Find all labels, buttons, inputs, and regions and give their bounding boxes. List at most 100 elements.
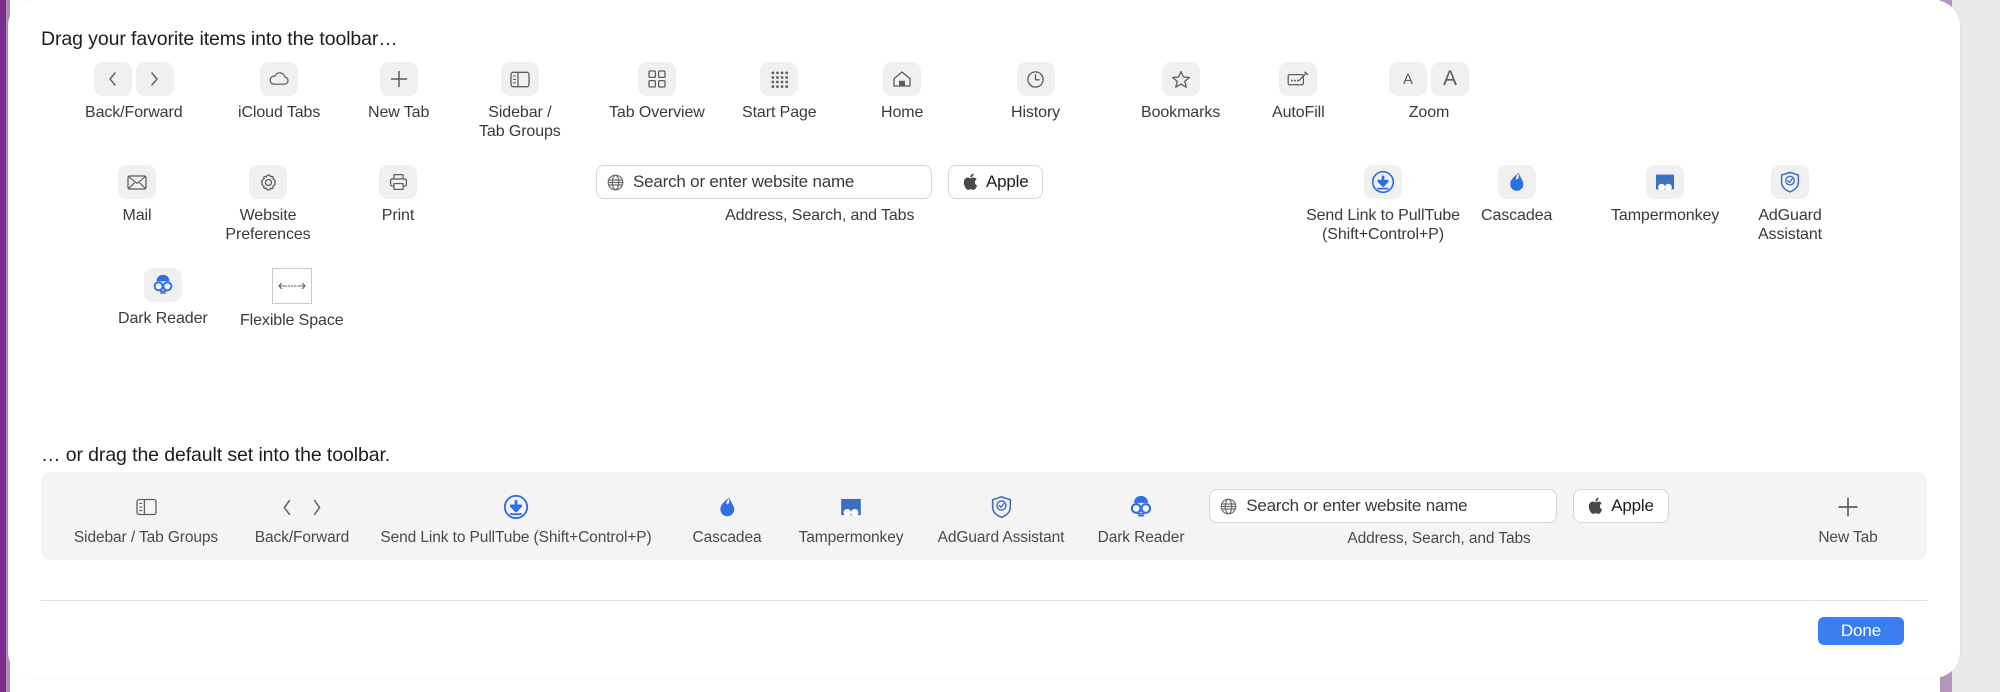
forward-button[interactable] — [135, 62, 174, 96]
default-item-dark-reader[interactable]: Dark Reader — [1081, 492, 1201, 547]
cascadea-drop-icon[interactable] — [1497, 165, 1536, 199]
palette-item-label: Mail — [122, 207, 152, 224]
pulltube-download-icon[interactable] — [1364, 165, 1402, 199]
apple-bookmark-label: Apple — [1611, 496, 1654, 515]
default-item-address-search-tabs[interactable]: Search or enter website name Apple Addre… — [1209, 489, 1669, 548]
palette-item-new-tab[interactable]: New Tab — [368, 62, 429, 123]
plus-icon[interactable] — [1837, 492, 1859, 522]
tampermonkey-icon[interactable] — [839, 492, 863, 522]
palette-item-back-forward[interactable]: Back/Forward — [85, 62, 183, 123]
palette-item-tampermonkey[interactable]: Tampermonkey — [1611, 165, 1719, 226]
palette-item-bookmarks[interactable]: Bookmarks — [1141, 62, 1220, 123]
apple-logo-icon — [1588, 497, 1603, 515]
palette-item-label: Bookmarks — [1141, 104, 1221, 121]
footer-divider — [41, 600, 1927, 601]
palette-item-dark-reader[interactable]: Dark Reader — [118, 268, 208, 329]
apple-bookmark-button[interactable]: Apple — [1573, 489, 1669, 523]
default-item-new-tab[interactable]: New Tab — [1793, 492, 1903, 547]
palette-item-autofill[interactable]: AutoFill — [1272, 62, 1325, 123]
plus-icon[interactable] — [379, 62, 418, 96]
palette-item-label: Sidebar / Tab Groups — [479, 104, 561, 140]
palette-item-label: History — [1011, 104, 1061, 121]
palette-item-label: Cascadea — [1481, 207, 1553, 224]
palette-item-cascadea[interactable]: Cascadea — [1481, 165, 1552, 226]
palette-item-zoom[interactable]: A A Zoom — [1389, 62, 1469, 123]
default-item-send-link-to-pulltube[interactable]: Send Link to PullTube (Shift+Control+P) — [371, 492, 661, 547]
cloud-icon[interactable] — [260, 62, 299, 96]
customize-toolbar-sheet: Drag your favorite items into the toolba… — [8, 0, 1960, 678]
palette-item-adguard-assistant[interactable]: AdGuard Assistant — [1740, 165, 1840, 245]
sidebar-icon[interactable] — [500, 62, 539, 96]
sidebar-icon[interactable] — [135, 492, 157, 522]
dot-grid-icon[interactable] — [760, 62, 799, 96]
palette-item-send-link-to-pulltube[interactable]: Send Link to PullTube (Shift+Control+P) — [1296, 165, 1470, 245]
done-button[interactable]: Done — [1818, 617, 1904, 645]
palette-item-history[interactable]: History — [1011, 62, 1060, 123]
search-input-placeholder: Search or enter website name — [633, 172, 855, 191]
palette-item-print[interactable]: Print — [379, 165, 417, 226]
tampermonkey-icon[interactable] — [1646, 165, 1685, 199]
palette-item-mail[interactable]: Mail — [118, 165, 156, 226]
palette-item-start-page[interactable]: Start Page — [742, 62, 817, 123]
default-item-label: New Tab — [1818, 529, 1878, 546]
globe-icon — [607, 174, 624, 191]
autofill-card-pen-icon[interactable] — [1279, 62, 1318, 96]
palette-item-home[interactable]: Home — [881, 62, 923, 123]
palette-item-website-preferences[interactable]: Website Preferences — [218, 165, 318, 245]
palette-item-flexible-space[interactable]: Flexible Space — [240, 268, 344, 331]
default-set-toolbar[interactable]: Sidebar / Tab Groups Back/Forward Send L… — [41, 472, 1927, 560]
back-forward-chevrons-icon[interactable] — [93, 62, 174, 96]
apple-logo-icon — [963, 173, 978, 191]
palette-item-sidebar-tab-groups[interactable]: Sidebar / Tab Groups — [479, 62, 561, 142]
zoom-in-button[interactable]: A — [1431, 62, 1469, 96]
palette-item-label: Address, Search, and Tabs — [725, 207, 915, 224]
palette-item-label: Home — [881, 104, 924, 121]
star-icon[interactable] — [1161, 62, 1200, 96]
default-item-cascadea[interactable]: Cascadea — [672, 492, 782, 547]
palette-item-label: New Tab — [368, 104, 430, 121]
default-item-label: Back/Forward — [254, 529, 350, 546]
default-item-label: Dark Reader — [1097, 529, 1185, 546]
default-item-label: Tampermonkey — [798, 529, 904, 546]
search-input-placeholder: Search or enter website name — [1246, 496, 1468, 515]
adguard-shield-icon[interactable] — [1771, 165, 1809, 199]
gear-icon[interactable] — [249, 165, 287, 199]
page-title-favorites: Drag your favorite items into the toolba… — [41, 28, 398, 50]
back-forward-chevrons-icon[interactable] — [281, 492, 323, 522]
palette-item-label: Back/Forward — [85, 104, 183, 121]
apple-bookmark-button[interactable]: Apple — [948, 165, 1044, 199]
palette-item-label: Tampermonkey — [1611, 207, 1720, 224]
zoom-small-a-large-a-icon[interactable]: A A — [1389, 62, 1469, 96]
clock-icon[interactable] — [1016, 62, 1055, 96]
palette-item-label: Flexible Space — [240, 312, 344, 329]
default-item-back-forward[interactable]: Back/Forward — [232, 492, 372, 547]
default-item-tampermonkey[interactable]: Tampermonkey — [781, 492, 921, 547]
pulltube-download-icon[interactable] — [503, 492, 529, 522]
grid-squares-icon[interactable] — [637, 62, 676, 96]
zoom-out-button[interactable]: A — [1389, 62, 1427, 96]
printer-icon[interactable] — [379, 165, 417, 199]
default-item-sidebar-tab-groups[interactable]: Sidebar / Tab Groups — [61, 492, 231, 547]
back-button[interactable] — [93, 62, 132, 96]
flexible-space-arrow-icon[interactable] — [271, 268, 312, 304]
palette-item-label: iCloud Tabs — [238, 104, 321, 121]
default-item-adguard-assistant[interactable]: AdGuard Assistant — [921, 492, 1081, 547]
page-title-default-set: … or drag the default set into the toolb… — [41, 444, 391, 466]
envelope-icon[interactable] — [118, 165, 156, 199]
search-input[interactable]: Search or enter website name — [596, 165, 932, 199]
home-icon[interactable] — [883, 62, 922, 96]
adguard-shield-icon[interactable] — [991, 492, 1012, 522]
dark-reader-goggles-icon[interactable] — [1128, 492, 1154, 522]
dark-reader-goggles-icon[interactable] — [143, 268, 182, 302]
palette-item-label: AdGuard Assistant — [1757, 207, 1822, 243]
palette-item-icloud-tabs[interactable]: iCloud Tabs — [238, 62, 320, 123]
palette-item-address-search-tabs[interactable]: Search or enter website name Apple Addre… — [596, 165, 1044, 226]
apple-bookmark-label: Apple — [986, 172, 1029, 191]
cascadea-drop-icon[interactable] — [717, 492, 738, 522]
search-input[interactable]: Search or enter website name — [1209, 489, 1558, 523]
palette-item-label: Website Preferences — [225, 207, 311, 243]
palette-item-tab-overview[interactable]: Tab Overview — [609, 62, 705, 123]
palette-item-label: Zoom — [1408, 104, 1450, 121]
default-item-label: AdGuard Assistant — [937, 529, 1065, 546]
palette-item-label: Send Link to PullTube (Shift+Control+P) — [1306, 207, 1460, 243]
